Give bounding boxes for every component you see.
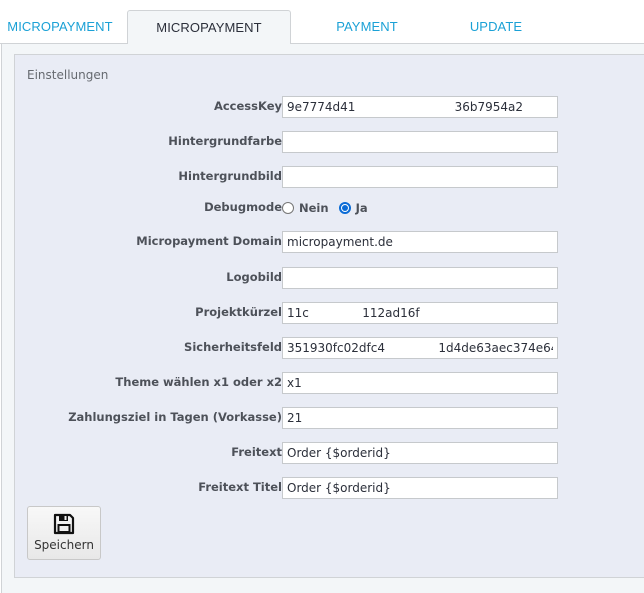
field-row-debugmode: Debugmode Nein Ja (15, 197, 644, 219)
micropayment-domain-input[interactable] (282, 231, 558, 253)
floppy-disk-icon (53, 513, 75, 535)
theme-label: Theme wählen x1 oder x2 (115, 375, 282, 389)
logobild-label: Logobild (226, 270, 282, 284)
zahlungsziel-label: Zahlungsziel in Tagen (Vorkasse) (68, 410, 282, 424)
field-row-micropayment-domain: Micropayment Domain (15, 231, 644, 253)
debugmode-label: Debugmode (204, 200, 282, 214)
field-row-projektkuerzel: Projektkürzel (15, 302, 644, 324)
field-row-freitext: Freitext (15, 442, 644, 464)
tab-update-check[interactable]: UPDATE CHECK (446, 10, 546, 68)
tab-micropayment[interactable]: MICROPAYMENT (0, 10, 120, 43)
zahlungsziel-input[interactable] (282, 407, 558, 429)
micropayment-domain-label: Micropayment Domain (136, 234, 282, 248)
field-row-hintergrundfarbe: Hintergrundfarbe (15, 131, 644, 153)
sicherheitsfeld-input[interactable] (282, 337, 558, 359)
fieldset-legend: Einstellungen (27, 68, 109, 82)
freitext-input[interactable] (282, 442, 558, 464)
projektkuerzel-input[interactable] (282, 302, 558, 324)
projektkuerzel-label: Projektkürzel (195, 305, 282, 319)
debugmode-radio-ja[interactable] (338, 202, 351, 214)
settings-fieldset: Einstellungen AccessKey Hintergrundfarbe… (14, 54, 644, 578)
hintergrundbild-label: Hintergrundbild (178, 169, 282, 183)
logobild-input[interactable] (282, 267, 558, 289)
save-button-label: Speichern (34, 538, 94, 552)
field-row-hintergrundbild: Hintergrundbild (15, 166, 644, 188)
field-row-accesskey: AccessKey (15, 96, 644, 118)
freitext-titel-label: Freitext Titel (198, 480, 282, 494)
tab-bar: MICROPAYMENT MICROPAYMENT SETTING PAYMEN… (0, 0, 644, 69)
field-row-theme: Theme wählen x1 oder x2 (15, 372, 644, 394)
tab-content: Einstellungen AccessKey Hintergrundfarbe… (1, 44, 644, 593)
tab-micropayment-setting[interactable]: MICROPAYMENT SETTING (127, 10, 291, 69)
accesskey-input[interactable] (282, 96, 558, 118)
debugmode-radio-nein[interactable] (282, 202, 294, 214)
hintergrundfarbe-input[interactable] (282, 131, 558, 153)
field-row-logobild: Logobild (15, 267, 644, 289)
field-row-freitext-titel: Freitext Titel (15, 477, 644, 499)
hintergrundbild-input[interactable] (282, 166, 558, 188)
field-row-sicherheitsfeld: Sicherheitsfeld (15, 337, 644, 359)
freitext-label: Freitext (231, 445, 282, 459)
accesskey-label: AccessKey (213, 99, 282, 113)
debugmode-radio-group: Nein Ja (282, 197, 378, 219)
hintergrundfarbe-label: Hintergrundfarbe (168, 134, 282, 148)
field-row-zahlungsziel: Zahlungsziel in Tagen (Vorkasse) (15, 407, 644, 429)
tab-payment-settings[interactable]: PAYMENT SETTINGS (303, 10, 431, 68)
save-button[interactable]: Speichern (27, 506, 101, 560)
sicherheitsfeld-label: Sicherheitsfeld (184, 340, 282, 354)
freitext-titel-input[interactable] (282, 477, 558, 499)
radio-label-nein: Nein (299, 201, 329, 215)
theme-input[interactable] (282, 372, 558, 394)
radio-label-ja: Ja (355, 201, 368, 215)
